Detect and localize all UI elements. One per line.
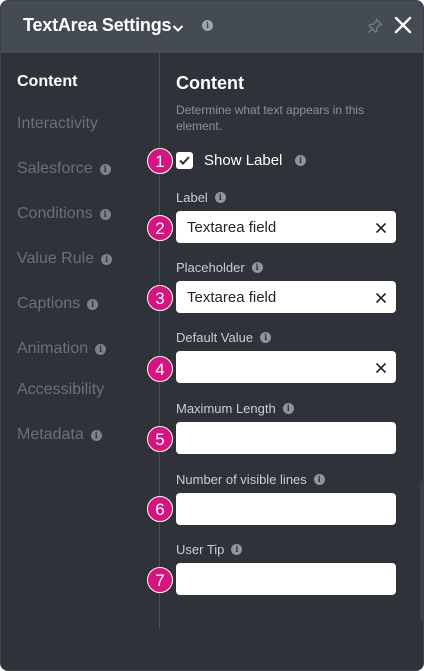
field-label-text: User Tip	[176, 542, 225, 557]
label-field-label: Label i	[176, 190, 226, 205]
placeholder-field-label: Placeholder i	[176, 260, 263, 275]
clear-icon[interactable]	[375, 291, 387, 309]
settings-panel: TextArea Settings i Content Interactivit…	[0, 0, 424, 671]
info-icon: i	[95, 343, 107, 355]
user-tip-field-label: User Tip i	[176, 542, 243, 557]
visible-lines-field-label: Number of visible lines i	[176, 472, 325, 487]
callout-badge: 1	[147, 148, 173, 174]
sidebar-item-label: Accessibility	[17, 381, 105, 398]
info-icon: i	[99, 163, 111, 175]
field-label-text: Placeholder	[176, 260, 245, 275]
user-tip-input[interactable]	[176, 563, 396, 595]
sidebar-item-accessibility[interactable]: Accessibility	[17, 381, 104, 399]
section-description: Determine what text appears in this elem…	[176, 103, 365, 133]
sidebar-item-label: Interactivity	[17, 115, 98, 132]
info-icon: i	[251, 262, 263, 273]
info-icon: i	[101, 253, 113, 265]
field-label-text: Default Value	[176, 330, 254, 345]
sidebar-item-conditions[interactable]: Conditions i	[17, 205, 111, 223]
sidebar-item-label: Salesforce	[17, 160, 93, 177]
callout-badge: 3	[147, 285, 173, 311]
scrollbar-thumb[interactable]	[420, 481, 423, 621]
section-title: Content	[176, 73, 244, 93]
sidebar-item-metadata[interactable]: Metadata i	[17, 426, 102, 444]
maximum-length-input[interactable]	[176, 422, 396, 454]
sidebar-item-interactivity[interactable]: Interactivity	[17, 115, 98, 133]
maximum-length-field-label: Maximum Length i	[176, 401, 294, 416]
sidebar-item-label: Animation	[17, 340, 89, 357]
sidebar-item-label: Content	[17, 73, 78, 90]
callout-badge: 6	[147, 496, 173, 522]
label-input[interactable]: Textarea field	[176, 211, 396, 243]
sidebar-item-salesforce[interactable]: Salesforce i	[17, 160, 111, 178]
clear-icon[interactable]	[375, 221, 387, 239]
placeholder-input[interactable]: Textarea field	[176, 281, 396, 313]
input-value: Textarea field	[187, 219, 277, 236]
field-label-text: Maximum Length	[176, 401, 276, 416]
info-icon: i	[90, 429, 102, 441]
pin-icon[interactable]	[367, 18, 383, 39]
panel-header: TextArea Settings i	[1, 1, 423, 53]
callout-badge: 7	[147, 567, 173, 593]
visible-lines-input[interactable]	[176, 493, 396, 525]
show-label-text: Show Label	[204, 152, 283, 169]
field-label-text: Label	[176, 190, 208, 205]
info-icon: i	[87, 298, 99, 310]
sidebar-item-label: Captions	[17, 295, 81, 312]
settings-sidebar: Content Interactivity Salesforce i Condi…	[1, 53, 159, 633]
callout-badge: 4	[147, 356, 173, 382]
sidebar-item-content[interactable]: Content	[17, 73, 77, 91]
input-value: Textarea field	[187, 289, 277, 306]
info-icon: i	[260, 332, 272, 343]
panel-title: TextArea Settings	[23, 15, 172, 35]
callout-badge: 5	[147, 426, 173, 452]
info-icon: i	[295, 155, 306, 166]
info-icon: i	[99, 208, 111, 220]
sidebar-item-captions[interactable]: Captions i	[17, 295, 99, 313]
info-icon: i	[282, 403, 294, 414]
clear-icon[interactable]	[375, 361, 387, 379]
info-icon: i	[231, 544, 243, 555]
close-icon[interactable]	[394, 16, 412, 39]
field-label-text: Number of visible lines	[176, 472, 307, 487]
sidebar-item-value-rule[interactable]: Value Rule i	[17, 250, 113, 268]
chevron-down-icon[interactable]	[172, 20, 184, 38]
callout-badge: 2	[147, 215, 173, 241]
sidebar-item-label: Conditions	[17, 205, 93, 222]
info-icon: i	[313, 474, 325, 485]
default-value-input[interactable]	[176, 351, 396, 383]
info-icon: i	[214, 192, 226, 203]
sidebar-item-label: Metadata	[17, 426, 84, 443]
default-value-field-label: Default Value i	[176, 330, 272, 345]
sidebar-item-animation[interactable]: Animation i	[17, 340, 107, 358]
show-label-checkbox[interactable]	[176, 152, 193, 169]
sidebar-item-label: Value Rule	[17, 250, 95, 267]
info-icon[interactable]: i	[202, 20, 213, 31]
